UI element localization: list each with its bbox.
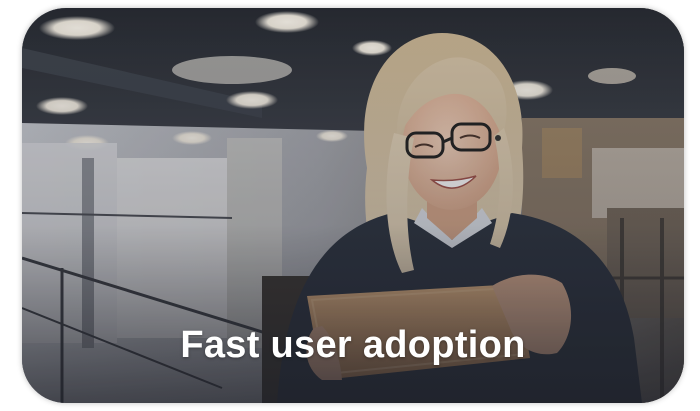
card-caption: Fast user adoption [180, 324, 526, 366]
feature-card: Fast user adoption [22, 8, 684, 403]
